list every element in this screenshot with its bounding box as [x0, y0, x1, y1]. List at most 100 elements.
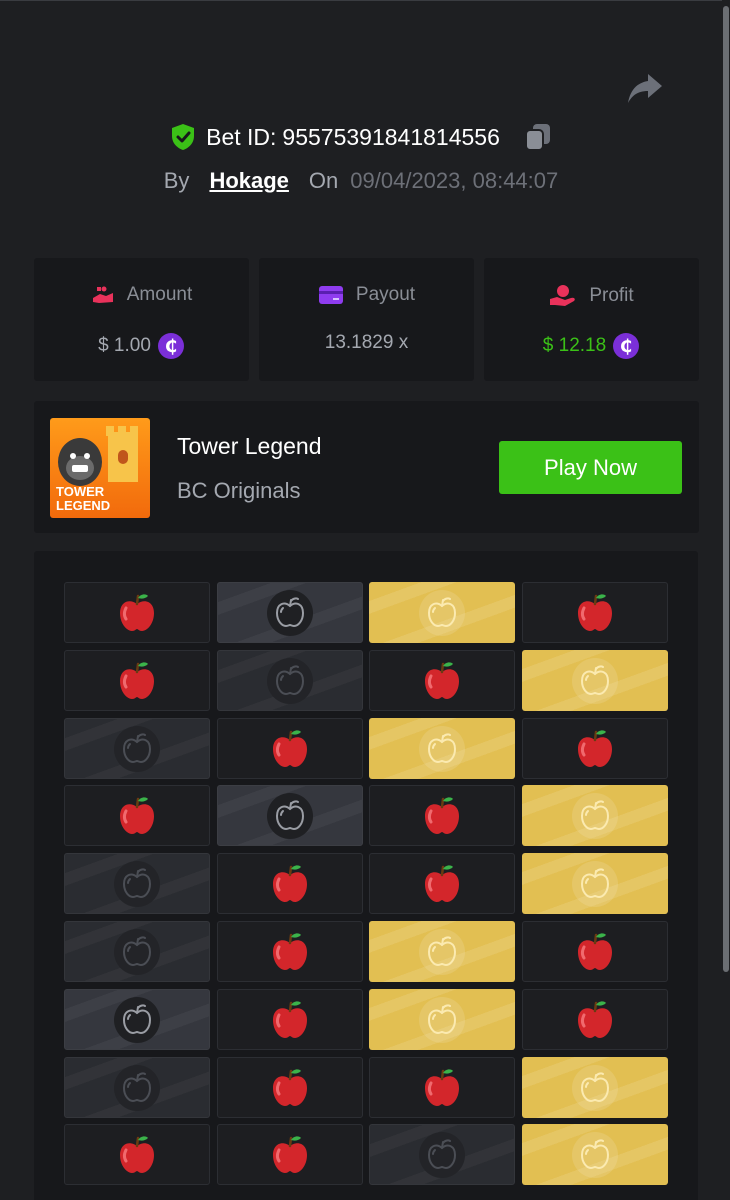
apple-icon [273, 1000, 307, 1038]
bet-date: 09/04/2023, 08:44:07 [350, 168, 559, 193]
apple-icon [425, 1068, 459, 1106]
apple-outline-icon [572, 1064, 618, 1111]
tile-apple [369, 853, 515, 914]
user-link[interactable]: Hokage [209, 168, 288, 194]
apple-outline-icon [114, 725, 160, 772]
apple-icon [120, 796, 154, 834]
tile-picked-gold [522, 785, 668, 846]
game-thumbnail[interactable]: TOWER LEGEND [50, 418, 150, 518]
tile-apple [217, 1124, 363, 1185]
apple-outline-icon [114, 928, 160, 975]
profit-value: $ 12.18 [542, 335, 607, 356]
tile-bad-apple [217, 785, 363, 846]
on-label: On [308, 168, 339, 193]
apple-outline-icon [572, 1131, 618, 1178]
apple-outline-icon [419, 928, 465, 975]
apple-outline-icon [572, 657, 618, 704]
bet-meta-line: By Hokage On 09/04/2023, 08:44:07 [0, 168, 722, 194]
apple-icon [273, 1068, 307, 1106]
coin-icon: ₵ [157, 333, 184, 359]
apple-icon [273, 1135, 307, 1173]
bet-id-value: 95575391841814556 [282, 123, 500, 150]
tower-board [34, 551, 698, 1200]
apple-icon [273, 932, 307, 970]
apple-icon [120, 661, 154, 699]
apple-icon [578, 1000, 612, 1038]
tile-picked-gold [522, 1057, 668, 1118]
apple-outline-icon [572, 860, 618, 907]
tile-apple [217, 718, 363, 779]
copy-icon[interactable] [524, 122, 552, 152]
by-label: By [163, 168, 190, 193]
thumb-text-2: LEGEND [56, 498, 110, 513]
tile-apple [522, 718, 668, 779]
profit-card: Profit $ 12.18 ₵ [484, 258, 699, 381]
payout-label: Payout [355, 284, 416, 305]
payout-card: Payout 13.1829 x [259, 258, 474, 381]
apple-icon [120, 1135, 154, 1173]
tile-apple [369, 1057, 515, 1118]
svg-text:₵: ₵ [165, 336, 178, 357]
apple-outline-icon [114, 996, 160, 1043]
bet-amount-icon [92, 286, 113, 303]
amount-value: $ 1.00 [98, 335, 151, 356]
tile-bad-apple-dim [64, 718, 210, 779]
tile-apple [64, 1124, 210, 1185]
tile-bad-apple [217, 582, 363, 643]
tile-apple [64, 582, 210, 643]
tile-bad-apple-dim [64, 853, 210, 914]
tile-picked-gold [369, 718, 515, 779]
tile-apple [217, 1057, 363, 1118]
tile-picked-gold [522, 1124, 668, 1185]
apple-outline-icon [419, 589, 465, 636]
profit-label: Profit [589, 285, 634, 306]
tile-apple [369, 785, 515, 846]
amount-label: Amount [126, 284, 193, 305]
apple-outline-icon [114, 1064, 160, 1111]
top-divider [0, 0, 730, 1]
scrollbar-thumb[interactable] [723, 6, 729, 972]
share-icon[interactable] [626, 72, 664, 106]
game-card: TOWER LEGEND Tower Legend BC Originals P… [34, 401, 699, 533]
card-icon [318, 286, 343, 304]
tile-picked-gold [369, 582, 515, 643]
tile-bad-apple-dim [217, 650, 363, 711]
tile-apple [522, 989, 668, 1050]
svg-text:₵: ₵ [620, 336, 633, 357]
apple-icon [273, 864, 307, 902]
bet-id-label: Bet ID: [206, 123, 277, 150]
apple-icon [578, 729, 612, 767]
apple-outline-icon [267, 792, 313, 839]
tile-apple [522, 582, 668, 643]
apple-outline-icon [267, 657, 313, 704]
game-provider: BC Originals [177, 478, 301, 503]
apple-outline-icon [114, 860, 160, 907]
apple-outline-icon [419, 996, 465, 1043]
tile-picked-gold [522, 650, 668, 711]
profit-hand-icon [550, 285, 576, 306]
apple-icon [578, 593, 612, 631]
scrollbar[interactable] [722, 0, 730, 1200]
tile-apple [522, 921, 668, 982]
apple-outline-icon [419, 1131, 465, 1178]
tile-apple [64, 785, 210, 846]
play-now-button[interactable]: Play Now [499, 441, 682, 494]
tile-bad-apple-dim [64, 1057, 210, 1118]
verified-shield-icon [172, 124, 195, 150]
tile-apple [217, 853, 363, 914]
apple-outline-icon [419, 725, 465, 772]
coin-icon: ₵ [613, 333, 640, 359]
tile-bad-apple [64, 989, 210, 1050]
tile-bad-apple-dim [64, 921, 210, 982]
game-title[interactable]: Tower Legend [177, 433, 322, 460]
apple-icon [120, 593, 154, 631]
tile-picked-gold [369, 989, 515, 1050]
tile-apple [217, 989, 363, 1050]
thumb-text-1: TOWER [56, 484, 105, 499]
tile-picked-gold [522, 853, 668, 914]
tile-apple [369, 650, 515, 711]
tile-apple [64, 650, 210, 711]
apple-icon [578, 932, 612, 970]
apple-outline-icon [267, 589, 313, 636]
tile-bad-apple-dim [369, 1124, 515, 1185]
